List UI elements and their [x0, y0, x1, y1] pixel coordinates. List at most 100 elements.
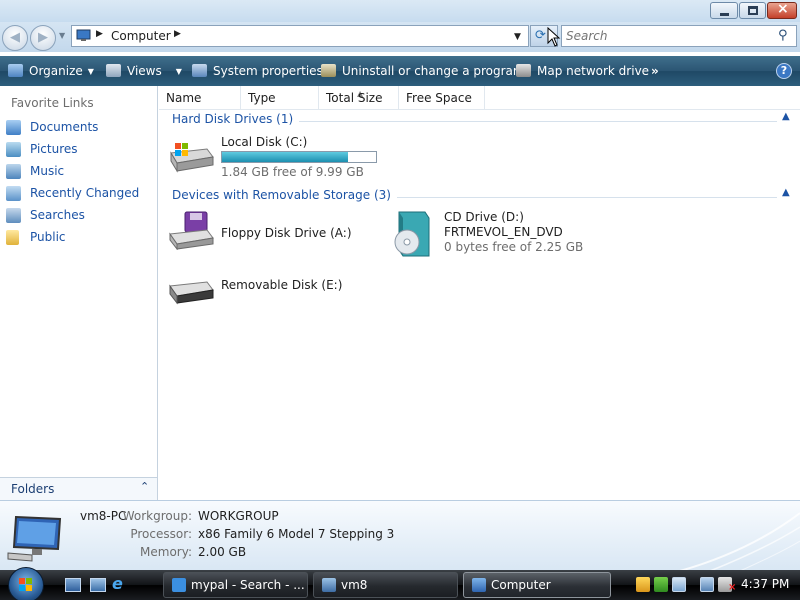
- search-icon[interactable]: ⚲: [778, 28, 788, 43]
- breadcrumb-chevron-icon[interactable]: ▶: [96, 29, 103, 39]
- processor-key: Processor:: [130, 527, 192, 541]
- memory-value: 2.00 GB: [198, 545, 247, 559]
- start-button[interactable]: [8, 567, 44, 600]
- network-icon[interactable]: [700, 577, 714, 592]
- help-button[interactable]: ?: [776, 63, 792, 79]
- drive-item-local-disk-c[interactable]: Local Disk (C:) 1.84 GB free of 9.99 GB: [167, 133, 427, 181]
- group-divider: [368, 197, 777, 198]
- programs-icon: [321, 64, 336, 77]
- workgroup-value: WORKGROUP: [198, 509, 279, 523]
- folders-toggle[interactable]: Folders ⌃: [0, 477, 157, 500]
- minimize-button[interactable]: [710, 2, 738, 19]
- drive-free-space: 0 bytes free of 2.25 GB: [444, 240, 584, 254]
- collapse-chevron-icon[interactable]: ▲: [782, 187, 790, 198]
- processor-value: x86 Family 6 Model 7 Stepping 3: [198, 527, 395, 541]
- forward-button[interactable]: ▶: [30, 25, 56, 51]
- back-arrow-icon: ◀: [10, 30, 20, 45]
- search-input[interactable]: [566, 28, 766, 44]
- favorite-link-label: Documents: [30, 120, 99, 134]
- switch-windows-icon[interactable]: [90, 578, 106, 592]
- uninstall-program-button[interactable]: Uninstall or change a program: [321, 56, 525, 86]
- recent-pages-dropdown[interactable]: ▼: [59, 31, 65, 40]
- organize-button[interactable]: Organize ▼: [8, 56, 94, 86]
- taskbar-button-vm8[interactable]: vm8: [313, 572, 458, 598]
- memory-key: Memory:: [140, 545, 192, 559]
- forward-arrow-icon: ▶: [38, 30, 48, 45]
- favorite-link-searches[interactable]: Searches: [6, 206, 156, 226]
- title-bar: ×: [0, 0, 800, 22]
- column-header-type-label: Type: [248, 91, 276, 105]
- task-label: mypal - Search - ...: [191, 578, 305, 592]
- column-header-free-space[interactable]: Free Space: [399, 86, 485, 110]
- safely-remove-hardware-icon[interactable]: [672, 577, 686, 592]
- disk-usage-bar: [221, 151, 377, 163]
- internet-explorer-icon[interactable]: e: [112, 574, 128, 593]
- clock[interactable]: 4:37 PM: [741, 577, 789, 591]
- favorite-link-label: Music: [30, 164, 65, 178]
- computer-icon: [472, 578, 486, 592]
- system-properties-icon: [192, 64, 207, 77]
- close-button[interactable]: ×: [767, 1, 797, 19]
- computer-icon: [76, 29, 91, 41]
- details-pane: vm8-PC Workgroup: WORKGROUP Processor: x…: [0, 500, 800, 571]
- window-icon: [322, 578, 336, 592]
- drive-item-removable-e[interactable]: Removable Disk (E:): [167, 274, 367, 310]
- views-icon: [106, 64, 121, 77]
- column-header-type[interactable]: Type ▲: [241, 86, 363, 110]
- more-commands-button[interactable]: »: [651, 56, 659, 86]
- task-label: vm8: [341, 578, 368, 592]
- favorite-link-pictures[interactable]: Pictures: [6, 140, 156, 160]
- system-properties-button[interactable]: System properties: [192, 56, 323, 86]
- action-center-icon[interactable]: [654, 577, 668, 592]
- refresh-icon: ⟳: [535, 28, 546, 43]
- collapse-chevron-icon[interactable]: ▲: [782, 111, 790, 122]
- address-history-dropdown[interactable]: ▼: [514, 32, 521, 42]
- show-desktop-icon[interactable]: [65, 578, 81, 592]
- floppy-drive-icon: [169, 211, 214, 250]
- favorite-link-public[interactable]: Public: [6, 228, 156, 248]
- disk-usage-fill: [222, 152, 348, 162]
- group-header-removable-storage[interactable]: Devices with Removable Storage (3) ▲: [172, 187, 792, 206]
- breadcrumb-computer[interactable]: Computer: [111, 29, 171, 43]
- group-label: Hard Disk Drives (1): [172, 112, 300, 126]
- drive-item-floppy-a[interactable]: Floppy Disk Drive (A:): [167, 210, 367, 254]
- back-button[interactable]: ◀: [2, 25, 28, 51]
- network-drive-icon: [516, 64, 531, 77]
- address-bar[interactable]: ▶ Computer ▶ ▼: [71, 25, 529, 47]
- views-button[interactable]: Views ▼: [106, 56, 182, 86]
- search-box[interactable]: ⚲: [561, 25, 797, 47]
- workgroup-key: Workgroup:: [122, 509, 192, 523]
- hard-drive-icon: [170, 143, 214, 173]
- favorite-link-music[interactable]: Music: [6, 162, 156, 182]
- column-header-name[interactable]: Name: [159, 86, 241, 110]
- browser-icon: [172, 578, 186, 592]
- folders-label: Folders: [11, 482, 55, 496]
- taskbar: e mypal - Search - ... vm8 Computer × 4:…: [0, 567, 800, 600]
- drive-volume-label: FRTMEVOL_EN_DVD: [444, 225, 563, 239]
- chevron-down-icon: ▼: [87, 67, 94, 76]
- favorite-links-heading: Favorite Links: [11, 96, 94, 110]
- favorite-link-documents[interactable]: Documents: [6, 118, 156, 138]
- command-bar: Organize ▼ Views ▼ System properties Unins…: [0, 56, 800, 86]
- searches-icon: [6, 208, 21, 223]
- drive-item-cd-d[interactable]: CD Drive (D:) FRTMEVOL_EN_DVD 0 bytes fr…: [391, 210, 611, 260]
- favorite-link-label: Pictures: [30, 142, 78, 156]
- taskbar-button-browser[interactable]: mypal - Search - ...: [163, 572, 308, 598]
- drive-name: Removable Disk (E:): [221, 278, 343, 292]
- uninstall-label: Uninstall or change a program: [342, 64, 525, 78]
- organize-icon: [8, 64, 23, 77]
- column-header-total-size[interactable]: Total Size: [319, 86, 399, 110]
- drive-name: CD Drive (D:): [444, 210, 524, 224]
- muted-icon: ×: [728, 582, 737, 593]
- maximize-button[interactable]: [739, 2, 766, 19]
- file-list-pane: Name Type ▲ Total Size Free Space Hard Di…: [159, 86, 800, 500]
- breadcrumb-chevron-icon[interactable]: ▶: [174, 29, 181, 39]
- favorite-link-label: Recently Changed: [30, 186, 140, 200]
- taskbar-button-computer[interactable]: Computer: [463, 572, 611, 598]
- favorite-link-recently-changed[interactable]: Recently Changed: [6, 184, 156, 204]
- map-network-drive-button[interactable]: Map network drive: [516, 56, 649, 86]
- group-header-hard-disk-drives[interactable]: Hard Disk Drives (1) ▲: [172, 111, 792, 130]
- minimize-icon: [720, 13, 729, 16]
- security-shield-icon[interactable]: [636, 577, 650, 592]
- documents-icon: [6, 120, 21, 135]
